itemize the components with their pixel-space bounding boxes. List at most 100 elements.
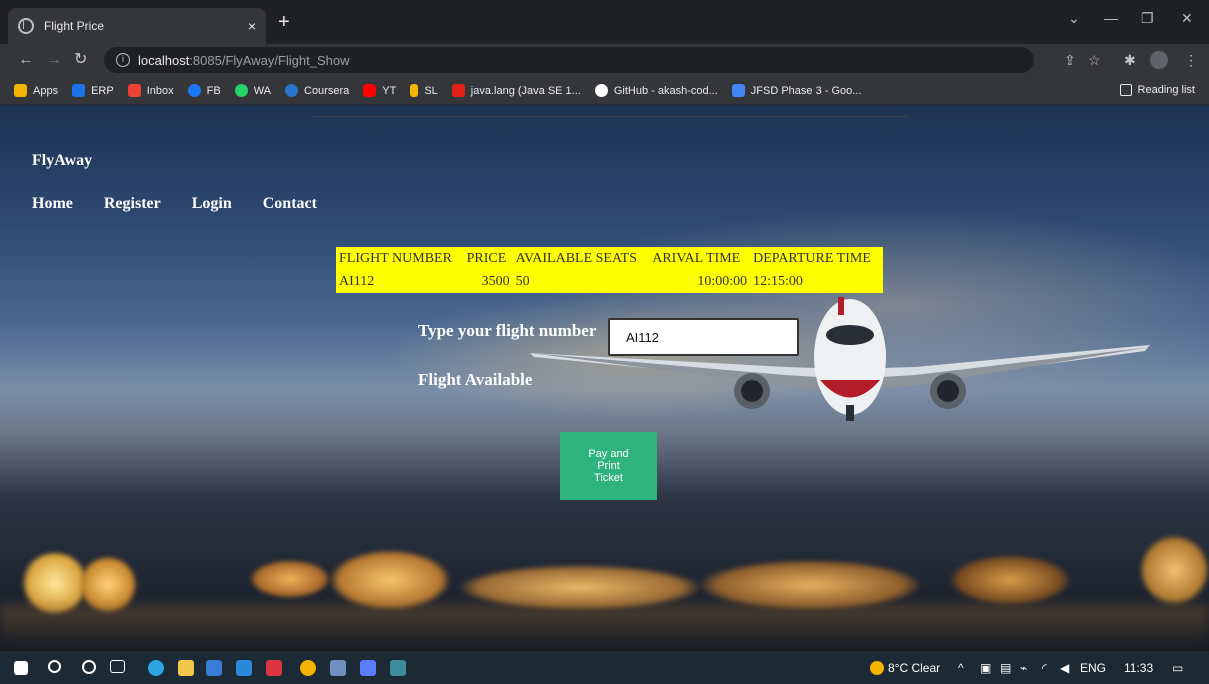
url-path: :8085/FlyAway/Flight_Show bbox=[189, 52, 350, 68]
flight-number-input[interactable] bbox=[608, 318, 799, 356]
cortana-icon[interactable] bbox=[82, 660, 96, 674]
app-icon[interactable] bbox=[360, 660, 376, 676]
page-globe-icon bbox=[18, 18, 34, 34]
back-arrow-icon[interactable]: ← bbox=[18, 51, 34, 69]
bokeh-light bbox=[1140, 535, 1209, 605]
browser-tab[interactable]: Flight Price × bbox=[8, 8, 266, 44]
bookmark-label: ERP bbox=[91, 84, 114, 97]
volume-icon[interactable]: ◀ bbox=[1060, 661, 1069, 675]
weather-text[interactable]: 8°C Clear bbox=[888, 661, 940, 675]
edge-browser-icon[interactable] bbox=[148, 660, 164, 676]
menu-kebab-icon[interactable]: ⋮ bbox=[1184, 52, 1198, 69]
tray-display-icon[interactable]: ▤ bbox=[1000, 661, 1011, 675]
mcafee-icon[interactable] bbox=[266, 660, 282, 676]
store-icon[interactable] bbox=[206, 660, 222, 676]
tray-meet-icon[interactable]: ▣ bbox=[980, 661, 991, 675]
bookmark-fb[interactable]: FB bbox=[187, 84, 221, 97]
header-price: PRICE bbox=[466, 250, 507, 266]
close-window-button[interactable]: ✕ bbox=[1181, 10, 1193, 27]
eclipse-icon[interactable] bbox=[330, 660, 346, 676]
clock[interactable]: 11:33 bbox=[1124, 661, 1153, 675]
language-indicator[interactable]: ENG bbox=[1080, 661, 1106, 675]
forward-arrow-icon[interactable]: → bbox=[46, 51, 62, 69]
flight-number-label: Type your flight number bbox=[418, 321, 597, 340]
bookmark-label: WA bbox=[253, 84, 271, 97]
tab-close-icon[interactable]: × bbox=[248, 18, 256, 34]
tray-network-icon[interactable]: ⌁ bbox=[1020, 661, 1027, 675]
flight-details-table: FLIGHT NUMBER PRICE AVAILABLE SEATS ARIV… bbox=[336, 247, 883, 293]
bookmark-yt[interactable]: YT bbox=[363, 84, 396, 97]
notifications-icon[interactable]: ▭ bbox=[1172, 661, 1183, 675]
task-view-icon[interactable] bbox=[110, 660, 125, 673]
bookmark-inbox[interactable]: Inbox bbox=[127, 84, 174, 97]
terminal-icon[interactable] bbox=[390, 660, 406, 676]
reload-icon[interactable]: ↻ bbox=[74, 51, 87, 69]
tray-chevron-icon[interactable]: ^ bbox=[958, 661, 964, 675]
search-icon[interactable] bbox=[48, 660, 61, 673]
file-explorer-icon[interactable] bbox=[178, 660, 194, 676]
weather-moon-icon[interactable] bbox=[870, 661, 884, 675]
cell-arival-time: 10:00:00 bbox=[697, 273, 748, 289]
bookmark-coursera[interactable]: Coursera bbox=[285, 84, 349, 97]
bookmark-jfsd[interactable]: JFSD Phase 3 - Goo... bbox=[731, 84, 861, 97]
bookmark-erp[interactable]: ERP bbox=[72, 84, 114, 97]
bookmark-label: Inbox bbox=[146, 84, 174, 97]
youtube-icon bbox=[363, 84, 377, 97]
windows-start-icon[interactable] bbox=[14, 661, 28, 675]
bookmark-label: FB bbox=[206, 84, 221, 97]
erp-icon bbox=[72, 84, 86, 97]
bookmark-label: java.lang (Java SE 1... bbox=[470, 84, 581, 97]
nav-contact[interactable]: Contact bbox=[263, 195, 317, 213]
bokeh-light bbox=[330, 550, 450, 610]
gmail-icon bbox=[127, 84, 141, 97]
bookmark-wa[interactable]: WA bbox=[234, 84, 271, 97]
chrome-icon[interactable] bbox=[300, 660, 316, 676]
header-arival-time: ARIVAL TIME bbox=[652, 250, 741, 266]
brand-logo[interactable]: FlyAway bbox=[32, 152, 92, 170]
bookmark-star-icon[interactable]: ☆ bbox=[1088, 52, 1101, 69]
tab-search-chevron-icon[interactable]: ⌄ bbox=[1068, 10, 1080, 27]
reading-list-icon bbox=[1119, 84, 1132, 96]
main-nav: Home Register Login Contact bbox=[32, 195, 348, 213]
pay-and-print-ticket-button[interactable]: Pay and Print Ticket bbox=[560, 432, 657, 500]
reading-list-button[interactable]: Reading list bbox=[1119, 84, 1195, 96]
restore-button[interactable]: ❐ bbox=[1141, 10, 1154, 27]
cell-available-seats: 50 bbox=[515, 273, 530, 289]
bookmark-label: GitHub - akash-cod... bbox=[613, 84, 718, 97]
profile-avatar-icon[interactable] bbox=[1150, 51, 1168, 69]
bookmark-java-lang[interactable]: java.lang (Java SE 1... bbox=[451, 84, 581, 97]
header-flight-number: FLIGHT NUMBER bbox=[339, 250, 452, 266]
browser-toolbar: ← → ↻ i localhost :8085/FlyAway/Flight_S… bbox=[0, 44, 1209, 77]
cell-flight-number: AI112 bbox=[339, 273, 375, 289]
bookmark-label: Apps bbox=[33, 84, 59, 97]
extensions-icon[interactable]: ✱ bbox=[1124, 52, 1136, 69]
whatsapp-icon bbox=[234, 84, 248, 97]
bokeh-light bbox=[78, 557, 138, 612]
bookmark-apps[interactable]: Apps bbox=[14, 84, 58, 97]
share-icon[interactable]: ⇪ bbox=[1064, 52, 1076, 69]
site-info-icon[interactable]: i bbox=[116, 53, 130, 67]
bokeh-light bbox=[700, 560, 920, 610]
new-tab-button[interactable]: + bbox=[278, 12, 290, 32]
cell-departure-time: 12:15:00 bbox=[753, 273, 803, 289]
bookmark-label: YT bbox=[382, 84, 397, 97]
nav-register[interactable]: Register bbox=[104, 195, 161, 213]
address-bar[interactable]: i localhost :8085/FlyAway/Flight_Show bbox=[104, 47, 1034, 73]
bookmark-github[interactable]: GitHub - akash-cod... bbox=[594, 84, 718, 97]
github-icon bbox=[594, 84, 608, 97]
minimize-button[interactable]: — bbox=[1104, 10, 1118, 26]
oracle-icon bbox=[451, 84, 465, 97]
bookmark-sl[interactable]: SL bbox=[410, 84, 438, 97]
tab-strip: Flight Price × + ⌄ — ❐ ✕ bbox=[0, 0, 1209, 44]
bookmark-label: SL bbox=[424, 84, 438, 97]
google-docs-icon bbox=[731, 84, 745, 97]
bookmarks-bar: Apps ERP Inbox FB WA Coursera YT SL java… bbox=[0, 77, 1209, 105]
mail-icon[interactable] bbox=[236, 660, 252, 676]
page-viewport: FlyAway Home Register Login Contact FLIG… bbox=[0, 105, 1209, 651]
wifi-icon[interactable]: ◜ bbox=[1042, 661, 1047, 675]
nav-home[interactable]: Home bbox=[32, 195, 73, 213]
simplilearn-icon bbox=[410, 84, 419, 97]
nav-login[interactable]: Login bbox=[192, 195, 232, 213]
bokeh-light bbox=[460, 565, 700, 610]
url-host: localhost bbox=[138, 52, 190, 68]
